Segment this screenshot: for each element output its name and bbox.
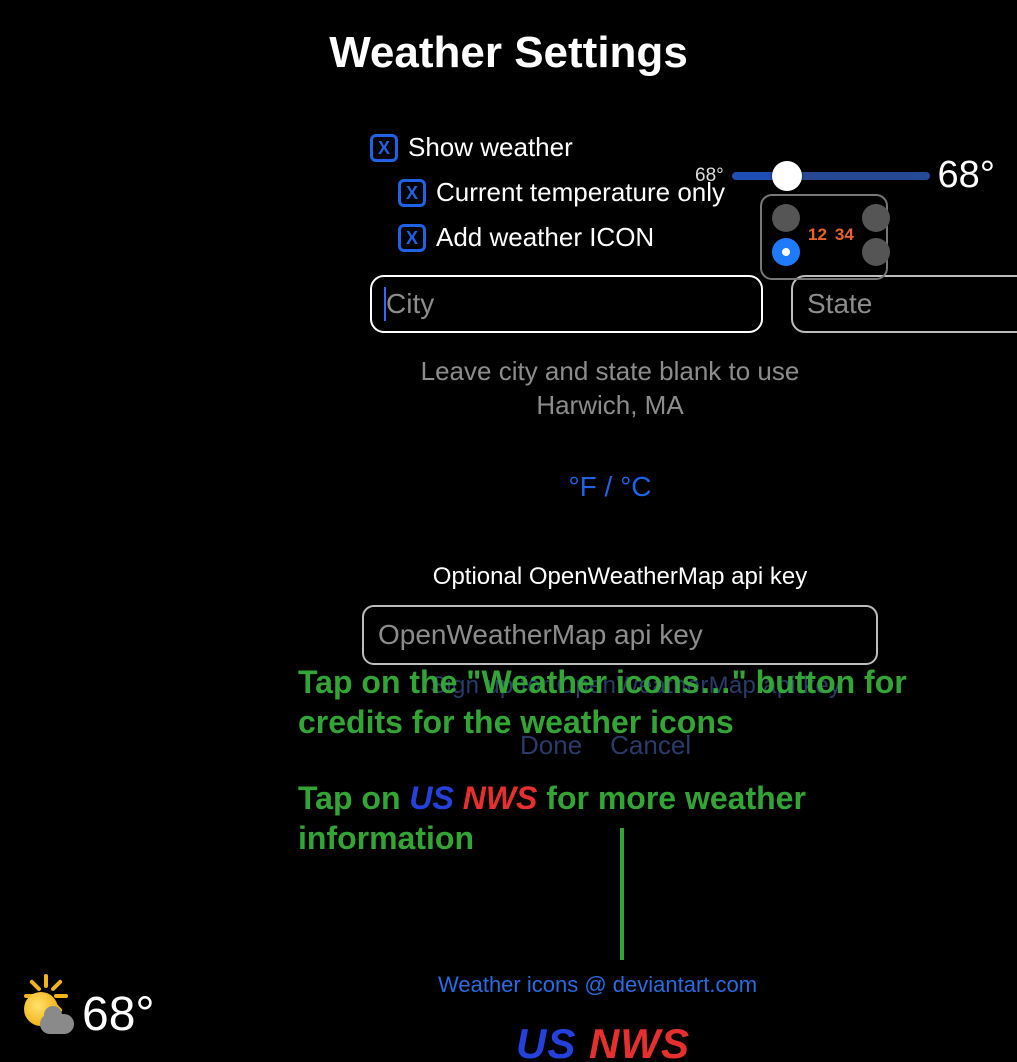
api-key-label: Optional OpenWeatherMap api key [370,563,870,591]
current-temp-only-label: Current temperature only [436,177,725,208]
size-slider-block: 68° 68° [695,154,995,197]
api-key-input[interactable] [362,605,878,665]
current-temp-only-checkbox[interactable]: X [398,179,426,207]
city-input[interactable] [370,275,763,333]
position-top-right[interactable] [862,204,890,232]
size-slider-thumb[interactable] [772,161,802,191]
show-weather-checkbox[interactable]: X [370,134,398,162]
size-slider[interactable] [732,172,930,180]
annotation-weather-icons: Tap on the "Weather icons…" button for c… [298,662,978,742]
annotation-us-nws: Tap on US NWS for more weather informati… [298,778,978,858]
size-slider-max: 68° [938,154,995,197]
annotation-arrow-icon [620,828,624,960]
page-title: Weather Settings [0,28,1017,78]
unit-toggle[interactable]: °F / °C [370,471,850,503]
weather-icons-credits-link[interactable]: Weather icons @ deviantart.com [438,972,757,998]
location-hint: Leave city and state blank to use Harwic… [370,355,850,423]
add-weather-icon-label: Add weather ICON [436,222,654,253]
size-slider-min: 68° [695,165,724,187]
preview-temp: 68° [82,987,155,1042]
weather-preview: 68° [18,986,155,1042]
partly-cloudy-icon [18,986,74,1042]
add-weather-icon-checkbox[interactable]: X [398,224,426,252]
position-bottom-right[interactable] [862,238,890,266]
position-bottom-left[interactable] [772,238,800,266]
us-nws-link[interactable]: US NWS [516,1020,690,1062]
position-picker: 12 34 [760,194,888,280]
state-input[interactable] [791,275,1017,333]
add-weather-icon-row: X Add weather ICON [398,222,982,253]
position-picker-labels: 12 34 [808,225,854,245]
show-weather-label: Show weather [408,132,573,163]
position-top-left[interactable] [772,204,800,232]
